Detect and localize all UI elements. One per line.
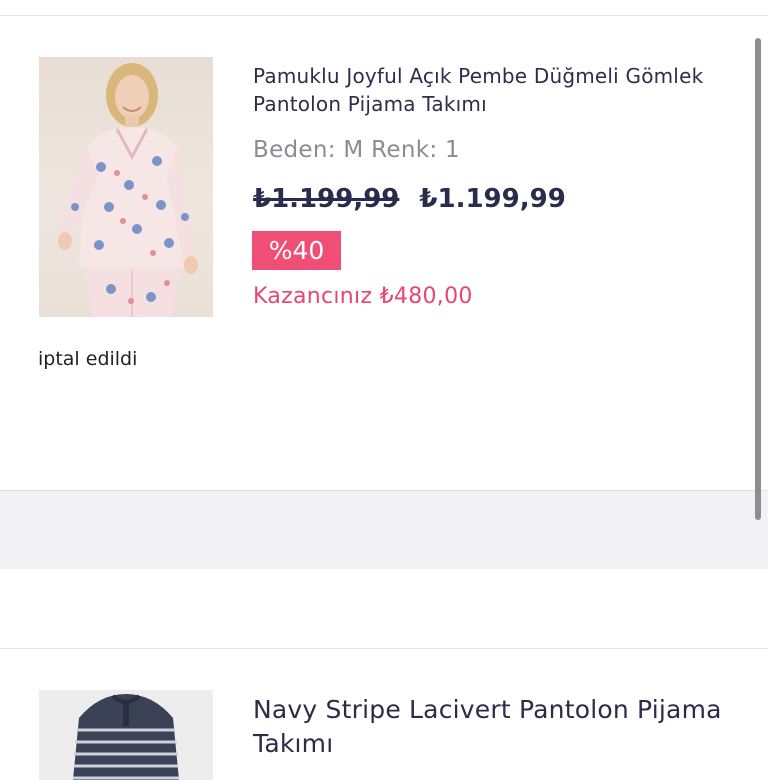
- product-image[interactable]: [39, 57, 213, 317]
- striped-pajama-illustration: [73, 694, 179, 780]
- savings-text: Kazancınız ₺480,00: [253, 284, 473, 309]
- scrollbar[interactable]: [755, 38, 761, 520]
- product-title[interactable]: Navy Stripe Lacivert Pantolon Pijama Tak…: [253, 693, 723, 761]
- pajama-model-illustration: [57, 63, 198, 317]
- order-item-card[interactable]: Pamuklu Joyful Açık Pembe Düğmeli Gömlek…: [0, 16, 768, 490]
- current-price: ₺1.199,99: [419, 184, 566, 214]
- variant-info: Beden: M Renk: 1: [253, 137, 460, 163]
- discount-badge: %40: [252, 231, 341, 270]
- product-image[interactable]: [39, 690, 213, 780]
- section-separator: [0, 490, 768, 569]
- order-item-card[interactable]: Navy Stripe Lacivert Pantolon Pijama Tak…: [0, 648, 768, 780]
- product-title[interactable]: Pamuklu Joyful Açık Pembe Düğmeli Gömlek…: [253, 62, 723, 118]
- old-price: ₺1.199,99: [253, 184, 400, 214]
- order-status: iptal edildi: [38, 348, 138, 370]
- price-row: ₺1.199,99 ₺1.199,99: [253, 184, 566, 214]
